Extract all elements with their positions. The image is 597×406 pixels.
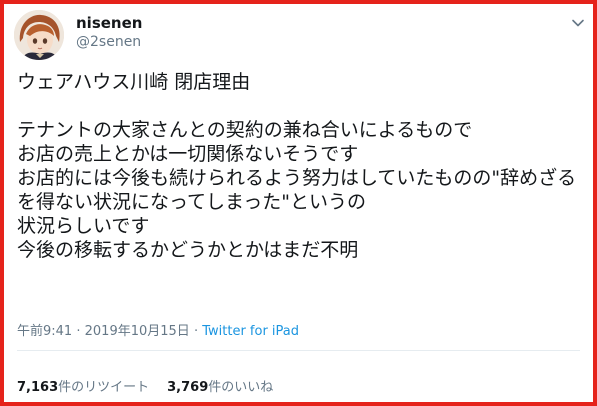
chevron-down-icon[interactable] — [571, 16, 585, 30]
tweet-timestamp-row: 午前9:41 · 2019年10月15日 · Twitter for iPad — [17, 320, 299, 339]
user-handle[interactable]: @2senen — [76, 34, 141, 50]
separator-dot: · — [76, 324, 81, 339]
tweet-card: nisenen @2senen ウェアハウス川崎 閉店理由 テナントの大家さんと… — [4, 4, 593, 402]
tweet-time[interactable]: 午前9:41 — [17, 324, 72, 339]
client-link[interactable]: Twitter for iPad — [202, 324, 299, 339]
retweet-count: 7,163 — [17, 380, 59, 395]
tweet-text: ウェアハウス川崎 閉店理由 テナントの大家さんとの契約の兼ね合いによるもので お… — [17, 71, 577, 261]
like-count: 3,769 — [167, 380, 209, 395]
anime-avatar-icon[interactable] — [14, 10, 64, 60]
divider — [17, 350, 580, 351]
like-label: 件のいいね — [208, 380, 274, 395]
tweet-stats: 7,163件のリツイート 3,769件のいいね — [17, 376, 273, 395]
display-name[interactable]: nisenen — [76, 14, 142, 32]
retweet-label: 件のリツイート — [58, 380, 150, 395]
separator-dot: · — [193, 324, 199, 339]
likes-stat[interactable]: 3,769件のいいね — [167, 380, 273, 395]
retweets-stat[interactable]: 7,163件のリツイート — [17, 380, 149, 395]
tweet-date[interactable]: 2019年10月15日 — [85, 324, 190, 339]
